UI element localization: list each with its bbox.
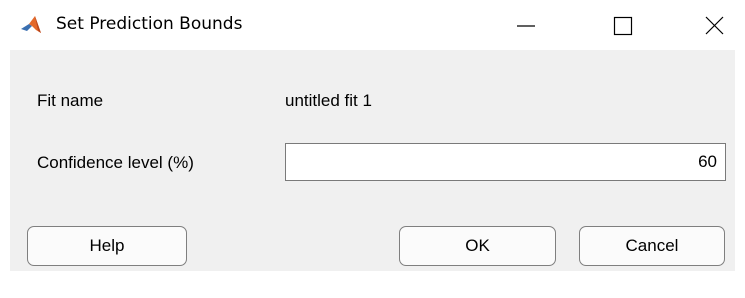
confidence-level-input[interactable]: 60 [285, 143, 726, 181]
title-bar[interactable]: Set Prediction Bounds [0, 0, 745, 50]
fit-name-value: untitled fit 1 [285, 91, 372, 110]
window-title: Set Prediction Bounds [56, 14, 243, 34]
close-icon [705, 16, 724, 35]
dialog-window: Set Prediction Bounds Fit name untitled … [0, 0, 745, 298]
close-button[interactable] [685, 0, 743, 50]
cancel-button[interactable]: Cancel [579, 226, 725, 266]
matlab-app-icon [20, 14, 42, 36]
ok-button[interactable]: OK [399, 226, 556, 266]
dialog-panel: Fit name untitled fit 1 Confidence level… [10, 50, 735, 271]
maximize-icon [613, 16, 633, 36]
fit-name-label: Fit name [37, 91, 104, 110]
minimize-button[interactable] [497, 0, 555, 50]
help-button[interactable]: Help [27, 226, 187, 266]
minimize-icon [517, 25, 535, 27]
maximize-button[interactable] [595, 0, 653, 50]
confidence-level-label: Confidence level (%) [37, 153, 194, 172]
